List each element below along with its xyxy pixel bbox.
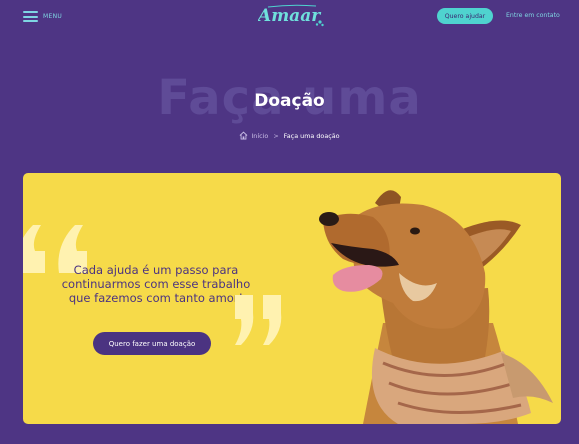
logo-text: Amaar	[258, 6, 321, 26]
menu-button[interactable]: MENU	[23, 11, 62, 22]
home-icon[interactable]	[239, 131, 248, 140]
breadcrumb-current: Faça uma doação	[283, 131, 340, 140]
contact-link[interactable]: Entre em contato	[506, 12, 560, 19]
breadcrumb-home-link[interactable]: Início	[251, 132, 268, 140]
donation-banner: Cada ajuda é um passo para continuarmos …	[23, 173, 561, 424]
dog-photo	[319, 190, 553, 424]
breadcrumb-separator: >	[273, 131, 279, 140]
banner-line-2: continuarmos com esse trabalho	[61, 277, 251, 291]
menu-label: MENU	[43, 13, 63, 20]
page-title: Doação	[254, 91, 325, 111]
logo[interactable]: Amaar	[258, 2, 326, 28]
donate-button[interactable]: Quero fazer uma doação	[93, 332, 211, 355]
breadcrumb: Início > Faça uma doação	[0, 131, 579, 140]
quote-close-icon	[235, 295, 282, 345]
banner-line-1: Cada ajuda é um passo para	[73, 263, 239, 277]
help-button[interactable]: Quero ajudar	[437, 8, 493, 24]
hamburger-icon	[23, 11, 38, 22]
site-header: MENU Amaar Quero ajudar Entre em contato	[0, 0, 579, 36]
